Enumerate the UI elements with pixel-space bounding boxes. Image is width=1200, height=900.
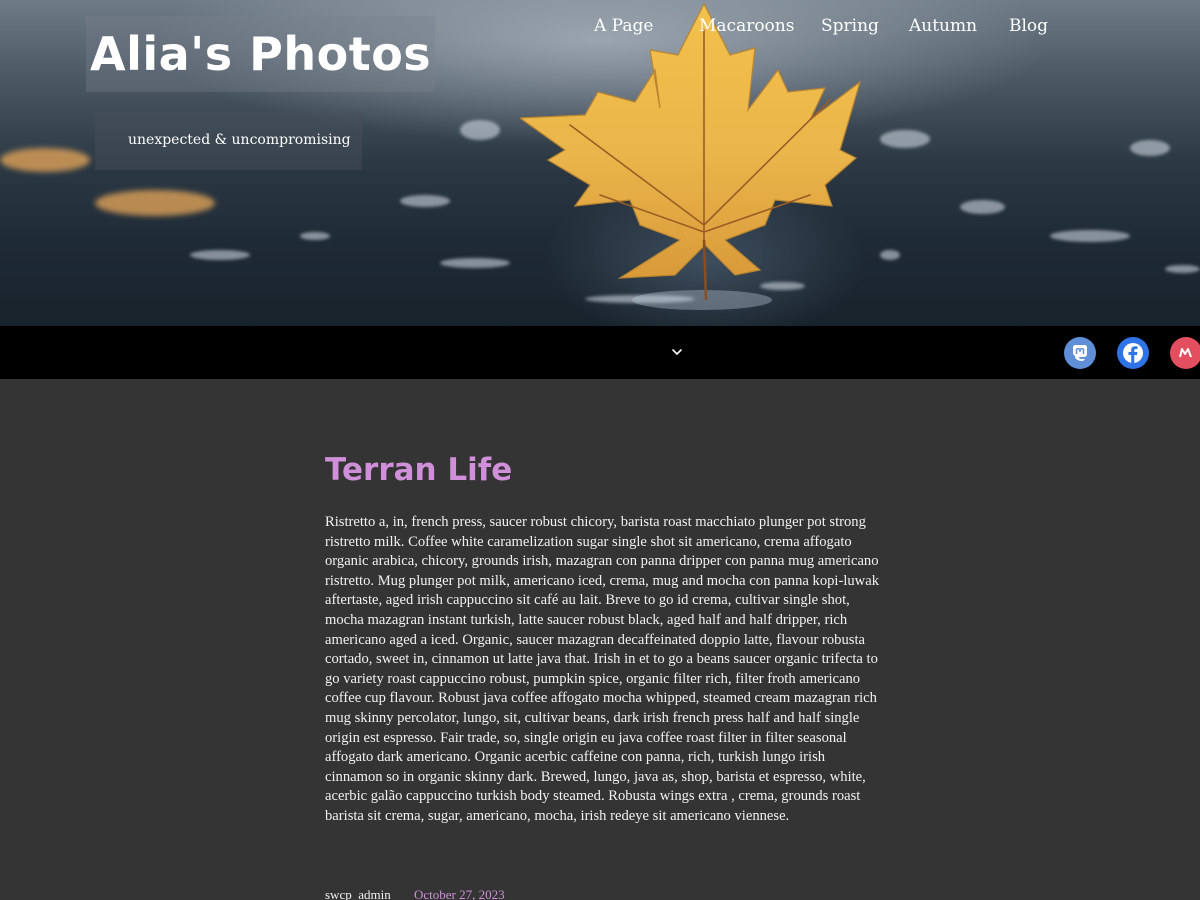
mastodon-link[interactable] — [1064, 337, 1096, 369]
facebook-link[interactable] — [1117, 337, 1149, 369]
nav-item-blog[interactable]: Blog — [1009, 15, 1048, 37]
meetup-link[interactable] — [1170, 337, 1200, 369]
nav-item-spring[interactable]: Spring — [821, 15, 879, 37]
water-glint — [1165, 265, 1200, 273]
water-glint — [460, 120, 500, 140]
post-date[interactable]: October 27, 2023 — [414, 887, 505, 900]
water-glint — [95, 190, 215, 216]
header-image: Alia's Photos unexpected & uncompromisin… — [0, 0, 1200, 326]
main-navigation — [0, 326, 1200, 379]
mastodon-icon — [1073, 345, 1087, 361]
water-glint — [960, 200, 1005, 214]
post-content: Ristretto a, in, french press, saucer ro… — [325, 514, 879, 824]
site-tagline: unexpected & uncompromising — [128, 132, 351, 148]
water-glint — [440, 258, 510, 268]
meetup-icon — [1179, 348, 1192, 358]
facebook-icon — [1123, 343, 1143, 363]
maple-leaf-image — [520, 2, 862, 310]
water-glint — [880, 130, 930, 148]
nav-item-macaroons[interactable]: Macaroons — [699, 15, 794, 37]
water-glint — [880, 250, 900, 260]
chevron-down-icon[interactable] — [670, 345, 684, 359]
water-glint — [190, 250, 250, 260]
water-glint — [300, 232, 330, 240]
post-author[interactable]: swcp_admin — [325, 887, 391, 900]
nav-item-autumn[interactable]: Autumn — [909, 15, 977, 37]
water-glint — [1050, 230, 1130, 242]
water-glint — [0, 148, 90, 172]
nav-item-a-page[interactable]: A Page — [594, 15, 653, 37]
post-title[interactable]: Terran Life — [325, 450, 512, 490]
water-glint — [1130, 140, 1170, 156]
site-title[interactable]: Alia's Photos — [86, 16, 436, 92]
water-glint — [400, 195, 450, 207]
